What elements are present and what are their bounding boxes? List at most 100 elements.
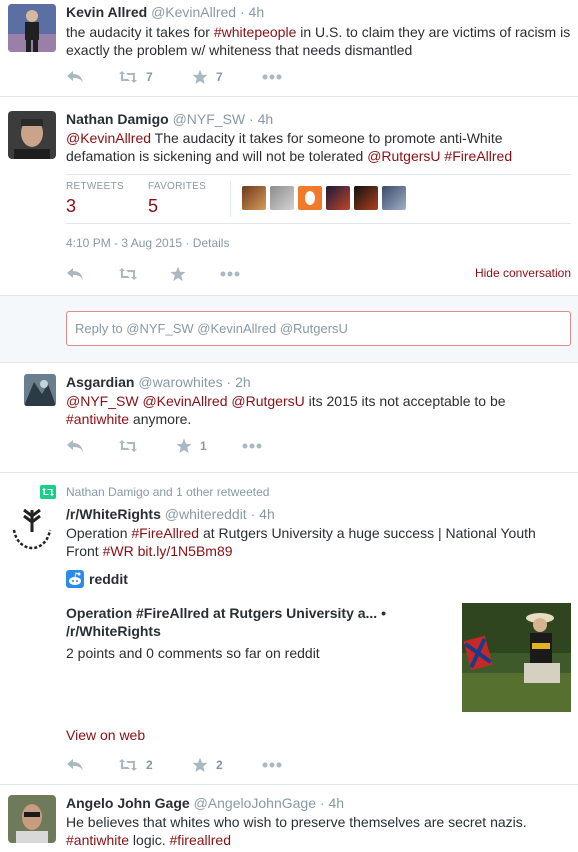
text-segment: He believes that whites who wish to pres… [66, 814, 527, 830]
author-handle[interactable]: @NYF_SW [173, 111, 246, 127]
mention-link[interactable]: bit.ly/1N5Bm89 [138, 543, 233, 559]
mention-link[interactable]: @KevinAllred [142, 393, 227, 409]
author-name[interactable]: Asgardian [66, 374, 134, 390]
tweet-actions [66, 266, 240, 282]
favoriters-avatars [242, 186, 406, 210]
avatar[interactable] [242, 186, 266, 210]
more-icon [262, 74, 282, 80]
author-handle[interactable]: @AngeloJohnGage [194, 795, 316, 811]
author-name[interactable]: Kevin Allred [66, 4, 147, 20]
mention-link[interactable]: @NYF_SW [66, 393, 139, 409]
more-icon [242, 443, 262, 449]
tweet-time[interactable]: 4h [259, 506, 275, 522]
hashtag-link[interactable]: #FireAllred [444, 148, 512, 164]
reply-input[interactable]: Reply to @NYF_SW @KevinAllred @RutgersU [66, 311, 571, 346]
retweet-icon [40, 485, 56, 499]
text-segment: logic. [129, 832, 170, 848]
more-button[interactable] [262, 74, 282, 80]
hashtag-link[interactable]: #FireAllred [131, 525, 199, 541]
mention-link[interactable]: @RutgersU [367, 148, 440, 164]
author-handle[interactable]: @warowhites [138, 374, 222, 390]
avatar[interactable] [24, 374, 56, 406]
retweet-button[interactable] [118, 439, 176, 453]
avatar[interactable] [8, 506, 56, 554]
hashtag-link[interactable]: #fireallred [170, 832, 231, 848]
retweeted-by[interactable]: Nathan Damigo and 1 other retweeted [66, 485, 269, 499]
favorite-count: 1 [200, 439, 207, 453]
author-name[interactable]: /r/WhiteRights [66, 506, 161, 522]
reply-button[interactable] [66, 267, 118, 281]
tweet-timestamp[interactable]: 4:10 PM - 3 Aug 2015 [66, 236, 182, 250]
mention-link[interactable]: @KevinAllred [66, 130, 151, 146]
text-segment: its 2015 its not acceptable to be [304, 393, 506, 409]
favorite-button[interactable]: 2 [192, 757, 262, 773]
retweet-button[interactable]: 7 [118, 70, 192, 84]
favorites-label: FAVORITES [148, 181, 207, 192]
more-button[interactable] [220, 271, 240, 277]
details-link[interactable]: Details [193, 236, 230, 250]
retweet-icon [119, 759, 137, 771]
avatar[interactable] [8, 4, 56, 52]
star-icon [192, 757, 208, 772]
hashtag-link[interactable]: #antiwhite [66, 411, 129, 427]
retweet-icon [119, 440, 137, 452]
tweet-actions: 2 2 [66, 757, 282, 773]
hashtag-link[interactable]: #whitepeople [214, 24, 297, 40]
retweet-button[interactable]: 2 [118, 758, 192, 772]
avatar[interactable] [382, 186, 406, 210]
reply-button[interactable] [66, 439, 118, 453]
view-on-web-link[interactable]: View on web [66, 727, 145, 743]
hashtag-link[interactable]: #WR [103, 543, 134, 559]
favorite-button[interactable]: 1 [176, 438, 242, 454]
author-handle[interactable]: @whitereddit [165, 506, 247, 522]
favorite-count: 7 [216, 70, 223, 84]
star-icon [176, 438, 192, 453]
card-title[interactable]: Operation #FireAllred at Rutgers Univers… [66, 604, 396, 640]
more-button[interactable] [242, 443, 262, 449]
tweet-time[interactable]: 4h [328, 795, 344, 811]
reddit-icon [66, 570, 84, 588]
tweet-kevin-allred[interactable]: Kevin Allred @KevinAllred · 4h the audac… [0, 0, 578, 96]
tweet-header: Nathan Damigo @NYF_SW · 4h [66, 111, 274, 127]
mention-link[interactable]: @RutgersU [231, 393, 304, 409]
tweet-actions: 1 [66, 438, 262, 454]
reply-button[interactable] [66, 70, 118, 84]
tweet-meta: 4:10 PM - 3 Aug 2015 · Details [66, 236, 230, 250]
favorites-stat[interactable]: FAVORITES 5 [148, 181, 206, 217]
card-description: 2 points and 0 comments so far on reddit [66, 645, 320, 661]
text-segment: the audacity it takes for [66, 24, 214, 40]
author-name[interactable]: Nathan Damigo [66, 111, 169, 127]
avatar[interactable] [354, 186, 378, 210]
tweet-time[interactable]: 4h [258, 111, 274, 127]
tweet-time[interactable]: 2h [235, 374, 251, 390]
card-source[interactable]: reddit [66, 570, 128, 588]
favorite-button[interactable]: 7 [192, 69, 262, 85]
reply-icon [67, 268, 83, 280]
tweet-time[interactable]: 4h [249, 4, 265, 20]
retweet-button[interactable] [118, 267, 170, 281]
retweets-stat[interactable]: RETWEETS 3 [66, 181, 124, 217]
star-icon [192, 69, 208, 84]
tweet-stats: RETWEETS 3 FAVORITES 5 [66, 174, 571, 224]
more-icon [262, 762, 282, 768]
tweet-header: /r/WhiteRights @whitereddit · 4h [66, 506, 275, 522]
favorite-button[interactable] [170, 266, 220, 282]
text-segment: Operation [66, 525, 132, 541]
tweet-text: the audacity it takes for #whitepeople i… [66, 23, 571, 59]
retweet-icon [119, 71, 137, 83]
avatar[interactable] [326, 186, 350, 210]
avatar[interactable] [8, 111, 56, 159]
more-button[interactable] [262, 762, 282, 768]
avatar[interactable] [8, 795, 56, 843]
tweet-text: @NYF_SW @KevinAllred @RutgersU its 2015 … [66, 392, 526, 428]
hide-conversation-link[interactable]: Hide conversation [475, 266, 571, 280]
hashtag-link[interactable]: #antiwhite [66, 832, 129, 848]
author-name[interactable]: Angelo John Gage [66, 795, 190, 811]
avatar[interactable] [270, 186, 294, 210]
retweet-count: 2 [146, 758, 153, 772]
author-handle[interactable]: @KevinAllred [151, 4, 236, 20]
retweet-count: 7 [146, 70, 153, 84]
card-image[interactable] [462, 603, 571, 712]
reply-button[interactable] [66, 758, 118, 772]
avatar[interactable] [298, 186, 322, 210]
